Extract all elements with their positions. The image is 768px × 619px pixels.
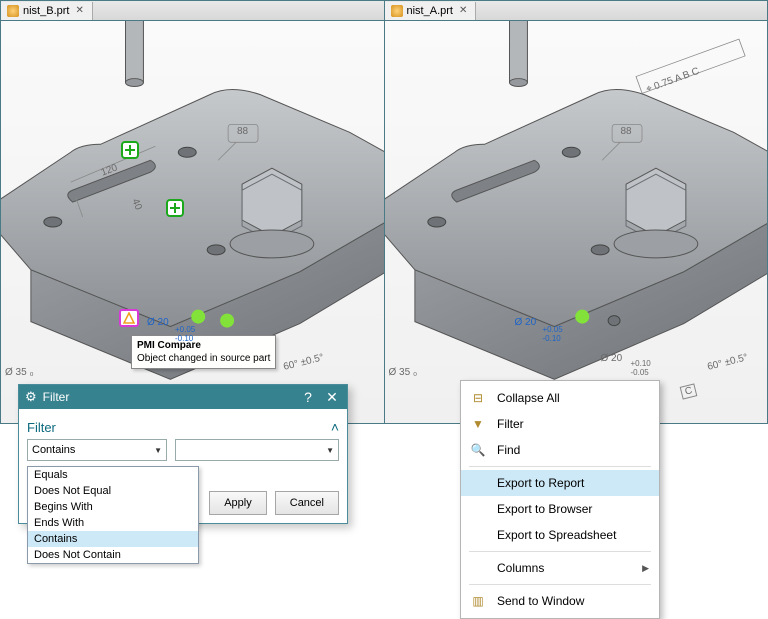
dim-diam35-r: Ø 35 ₀ (389, 367, 418, 378)
tooltip-pmi-compare: PMI Compare Object changed in source par… (131, 335, 276, 369)
tab-label: nist_A.prt (407, 5, 453, 17)
separator (469, 466, 651, 467)
file-icon (391, 5, 403, 17)
filter-dialog: ⚙ Filter ? ✕ Filter ˄ Contains ▼ ▼ Equal… (18, 384, 348, 524)
added-marker-2[interactable] (166, 199, 184, 217)
ctx-item-label: Export to Browser (497, 502, 592, 516)
chevron-right-icon: ▶ (642, 563, 649, 574)
filter-body: Filter ˄ Contains ▼ ▼ EqualsDoes Not Equ… (19, 409, 347, 523)
collapse-icon: ⊟ (469, 391, 487, 405)
ctx-item-export-to-report[interactable]: Export to Report (461, 470, 659, 496)
tab-bar-left: nist_B.prt ✕ (1, 1, 384, 21)
tab-label: nist_B.prt (23, 5, 69, 17)
ctx-item-collapse-all[interactable]: ⊟ Collapse All (461, 385, 659, 411)
tol-lower-l: -0.10 (175, 334, 193, 343)
cancel-button[interactable]: Cancel (275, 491, 339, 515)
tol-upper-l: +0.05 (175, 325, 195, 334)
ctx-item-export-to-browser[interactable]: Export to Browser (461, 496, 659, 522)
operator-option[interactable]: Begins With (28, 499, 198, 515)
dialog-title: Filter (43, 390, 70, 404)
send-icon: ▥ (469, 594, 487, 608)
operator-option[interactable]: Does Not Equal (28, 483, 198, 499)
dim-diam20-r: Ø 20 (515, 317, 537, 328)
ctx-item-label: Collapse All (497, 391, 560, 405)
close-icon[interactable]: ✕ (73, 5, 85, 16)
dim-diam20-l: Ø 20 (147, 317, 169, 328)
tab-nist-a[interactable]: nist_A.prt ✕ (385, 2, 477, 20)
apply-button[interactable]: Apply (209, 491, 267, 515)
tab-bar-right: nist_A.prt ✕ (385, 1, 768, 21)
close-button[interactable]: ✕ (323, 389, 341, 406)
tooltip-body: Object changed in source part (137, 352, 270, 365)
ctx-item-label: Find (497, 443, 520, 457)
changed-marker[interactable] (119, 309, 139, 327)
file-icon (7, 5, 19, 17)
ctx-item-label: Columns (497, 561, 544, 575)
viewport-right[interactable]: 88 ⌖ 0.75 A B C Ø 35 ₀ Ø 20 +0.05 -0.10 … (385, 21, 768, 423)
viewport-left[interactable]: PMI Compare Object changed in source par… (1, 21, 384, 423)
operator-option[interactable]: Contains (28, 531, 198, 547)
find-icon: 🔍 (469, 443, 487, 457)
gear-icon: ⚙ (25, 389, 37, 405)
separator (469, 584, 651, 585)
tol-lower2-r: -0.05 (631, 368, 649, 377)
help-button[interactable]: ? (299, 389, 317, 405)
section-filter-header[interactable]: Filter ˄ (27, 415, 339, 439)
tol-lower-r: -0.10 (543, 334, 561, 343)
section-label: Filter (27, 420, 56, 435)
ctx-item-filter[interactable]: ▼ Filter (461, 411, 659, 437)
chevron-down-icon: ▼ (326, 446, 334, 455)
dim-diam35-l: Ø 35 ₀ (5, 367, 34, 378)
tol-upper-r: +0.05 (543, 325, 563, 334)
ctx-item-label: Send to Window (497, 594, 584, 608)
close-icon[interactable]: ✕ (457, 5, 469, 16)
operator-option[interactable]: Does Not Contain (28, 547, 198, 563)
dim-88: 88 (237, 126, 248, 137)
value-combo[interactable]: ▼ (175, 439, 339, 461)
ctx-item-label: Export to Report (497, 476, 584, 490)
chevron-down-icon: ▼ (154, 446, 162, 455)
ctx-item-columns[interactable]: Columns ▶ (461, 555, 659, 581)
operator-value: Contains (32, 444, 75, 456)
context-menu: ⊟ Collapse All ▼ Filter 🔍 Find Export to Repor… (460, 380, 660, 619)
separator (469, 551, 651, 552)
operator-option[interactable]: Equals (28, 467, 198, 483)
funnel-icon: ▼ (469, 417, 487, 431)
dim-88-r: 88 (621, 126, 632, 137)
ctx-item-export-to-spreadsheet[interactable]: Export to Spreadsheet (461, 522, 659, 548)
operator-option[interactable]: Ends With (28, 515, 198, 531)
dim-diam20b-r: Ø 20 (601, 353, 623, 364)
operator-dropdown: EqualsDoes Not EqualBegins WithEnds With… (27, 466, 199, 564)
tooltip-title: PMI Compare (137, 339, 270, 352)
ctx-item-find[interactable]: 🔍 Find (461, 437, 659, 463)
ctx-item-label: Export to Spreadsheet (497, 528, 616, 542)
added-marker-1[interactable] (121, 141, 139, 159)
ctx-item-label: Filter (497, 417, 524, 431)
main-viewports: nist_B.prt ✕ Source Part: MBD_0 (0, 0, 768, 424)
tab-nist-b[interactable]: nist_B.prt ✕ (1, 2, 93, 20)
ctx-item-send-to-window[interactable]: ▥ Send to Window (461, 588, 659, 614)
left-panel: nist_B.prt ✕ Source Part: MBD_0 (1, 1, 385, 423)
tol-upper2-r: +0.10 (631, 359, 651, 368)
dialog-titlebar[interactable]: ⚙ Filter ? ✕ (19, 385, 347, 409)
right-panel: nist_A.prt ✕ Comparison Part: MBD_0 (385, 1, 768, 423)
chevron-up-icon: ˄ (331, 419, 339, 435)
operator-combo[interactable]: Contains ▼ (27, 439, 167, 461)
